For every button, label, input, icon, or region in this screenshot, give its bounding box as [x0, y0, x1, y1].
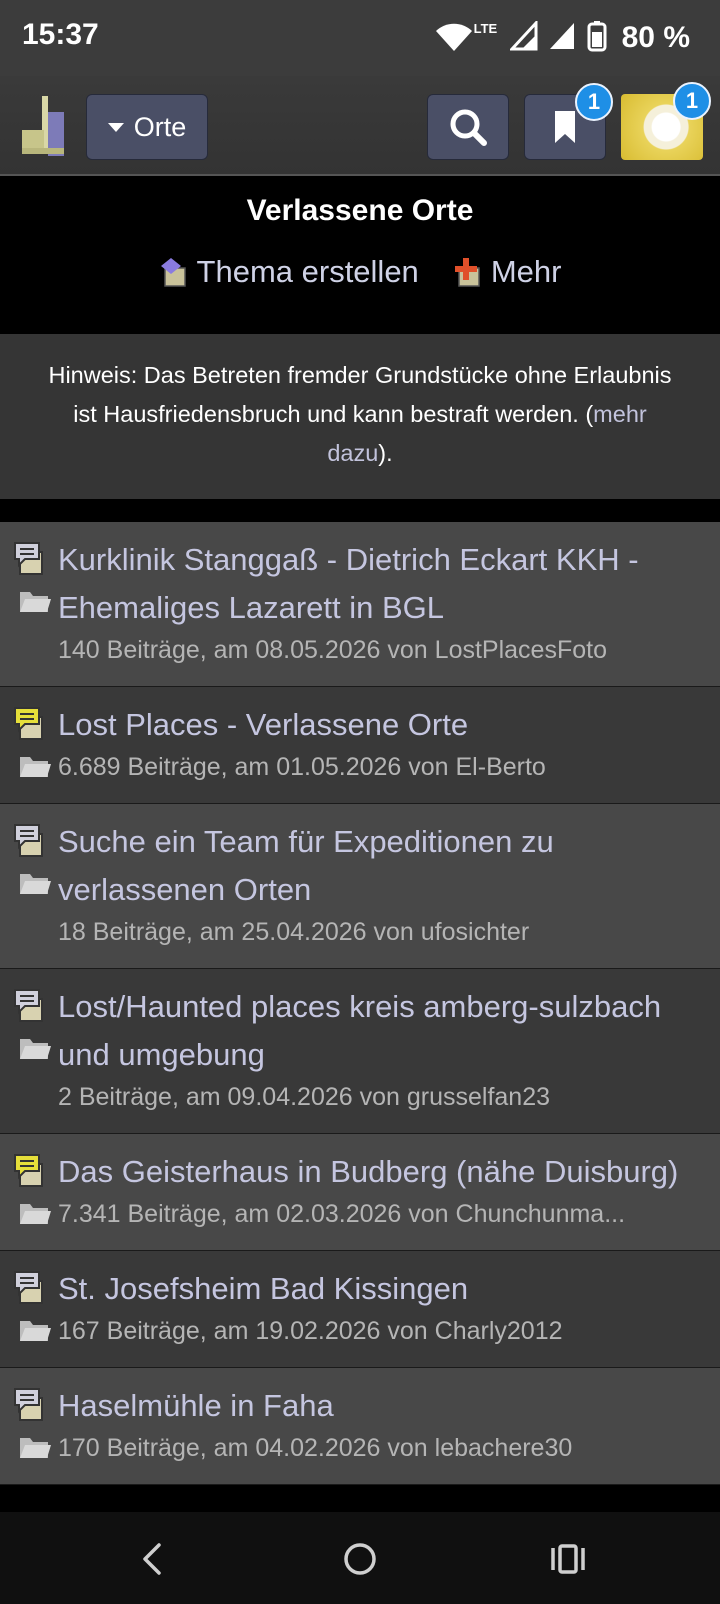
thread-meta: 167 Beiträge, am 19.02.2026 von Charly20…	[58, 1317, 563, 1345]
notice-suffix: ).	[378, 440, 393, 466]
home-icon	[344, 1543, 376, 1575]
home-button[interactable]	[330, 1534, 390, 1584]
folder-icon	[18, 1434, 52, 1460]
system-nav-bar	[0, 1512, 720, 1604]
network-type: LTE	[473, 21, 498, 36]
bookmark-icon	[555, 111, 575, 143]
back-button[interactable]	[122, 1534, 182, 1584]
topic-icon-hot	[12, 705, 46, 743]
signal-icon	[508, 18, 538, 56]
battery-icon	[586, 20, 608, 57]
create-topic-link[interactable]: Thema erstellen	[159, 254, 419, 290]
more-link[interactable]: Mehr	[453, 254, 562, 290]
thread-row[interactable]: Das Geisterhaus in Budberg (nähe Duisbur…	[0, 1134, 720, 1251]
thread-row[interactable]: Lost Places - Verlassene Orte 6.689 Beit…	[0, 687, 720, 804]
thread-title[interactable]: Haselmühle in Faha	[58, 1382, 706, 1430]
folder-icon	[18, 870, 52, 896]
thread-meta: 18 Beiträge, am 25.04.2026 von ufosichte…	[58, 918, 530, 946]
thread-row[interactable]: Lost/Haunted places kreis amberg-sulzbac…	[0, 969, 720, 1134]
topic-icon	[12, 987, 46, 1025]
legal-notice: Hinweis: Das Betreten fremder Grundstück…	[0, 334, 720, 499]
back-icon	[143, 1543, 161, 1575]
thread-meta: 170 Beiträge, am 04.02.2026 von lebacher…	[58, 1434, 573, 1462]
folder-icon	[18, 588, 52, 614]
thread-meta: 140 Beiträge, am 08.05.2026 von LostPlac…	[58, 636, 607, 664]
recents-button[interactable]	[538, 1534, 598, 1584]
create-topic-label: Thema erstellen	[196, 254, 419, 289]
folder-icon	[18, 753, 52, 779]
thread-row[interactable]: Haselmühle in Faha 170 Beiträge, am 04.0…	[0, 1368, 720, 1485]
thread-title[interactable]: Lost/Haunted places kreis amberg-sulzbac…	[58, 983, 706, 1079]
forum-actions: Thema erstellen Mehr	[0, 254, 720, 290]
thread-meta: 2 Beiträge, am 09.04.2026 von grusselfan…	[58, 1083, 551, 1111]
thread-title[interactable]: Suche ein Team für Expeditionen zu verla…	[58, 818, 706, 914]
thread-meta: 7.341 Beiträge, am 02.03.2026 von Chunch…	[58, 1200, 626, 1228]
bookmarks-button[interactable]: 1	[524, 83, 613, 160]
thread-title[interactable]: St. Josefsheim Bad Kissingen	[58, 1265, 706, 1313]
thread-list: Kurklinik Stanggaß - Dietrich Eckart KKH…	[0, 522, 720, 1485]
search-button[interactable]	[427, 94, 509, 160]
page-title: Verlassene Orte	[246, 194, 474, 227]
status-icons: LTE 80 %	[434, 18, 690, 58]
folder-icon	[18, 1035, 52, 1061]
category-dropdown-label: Orte	[133, 111, 187, 142]
thread-meta: 6.689 Beiträge, am 01.05.2026 von El-Ber…	[58, 753, 546, 781]
status-bar: 15:37 LTE 80 %	[0, 0, 720, 76]
forum-header: Verlassene Orte Thema erstellen Mehr	[0, 178, 720, 334]
topic-icon	[12, 1269, 46, 1307]
topic-icon	[12, 822, 46, 860]
recents-icon	[551, 1544, 585, 1574]
user-avatar[interactable]: 1	[621, 82, 711, 160]
topic-icon	[12, 1386, 46, 1424]
status-time: 15:37	[22, 18, 99, 51]
battery-level: 80 %	[621, 21, 690, 54]
site-logo[interactable]	[18, 94, 66, 158]
thread-title[interactable]: Lost Places - Verlassene Orte	[58, 701, 706, 749]
topic-icon	[12, 540, 46, 578]
signal-icon-2	[548, 21, 576, 56]
bookmark-badge: 1	[575, 83, 613, 121]
wifi-icon: LTE	[434, 21, 500, 55]
thread-row[interactable]: St. Josefsheim Bad Kissingen 167 Beiträg…	[0, 1251, 720, 1368]
notice-text: Hinweis: Das Betreten fremder Grundstück…	[48, 362, 672, 427]
folder-icon	[18, 1200, 52, 1226]
plus-icon	[454, 258, 480, 287]
category-dropdown[interactable]: Orte	[86, 94, 208, 160]
folder-icon	[18, 1317, 52, 1343]
thread-title[interactable]: Kurklinik Stanggaß - Dietrich Eckart KKH…	[58, 536, 706, 632]
caret-down-icon	[107, 122, 124, 132]
thread-row[interactable]: Kurklinik Stanggaß - Dietrich Eckart KKH…	[0, 522, 720, 687]
notification-badge: 1	[673, 82, 711, 120]
thread-row[interactable]: Suche ein Team für Expeditionen zu verla…	[0, 804, 720, 969]
topic-icon-hot	[12, 1152, 46, 1190]
search-icon	[450, 109, 487, 146]
create-topic-icon	[160, 258, 186, 287]
thread-title[interactable]: Das Geisterhaus in Budberg (nähe Duisbur…	[58, 1148, 706, 1196]
more-label: Mehr	[490, 254, 562, 289]
app-bar: Orte 1 1	[0, 76, 720, 176]
